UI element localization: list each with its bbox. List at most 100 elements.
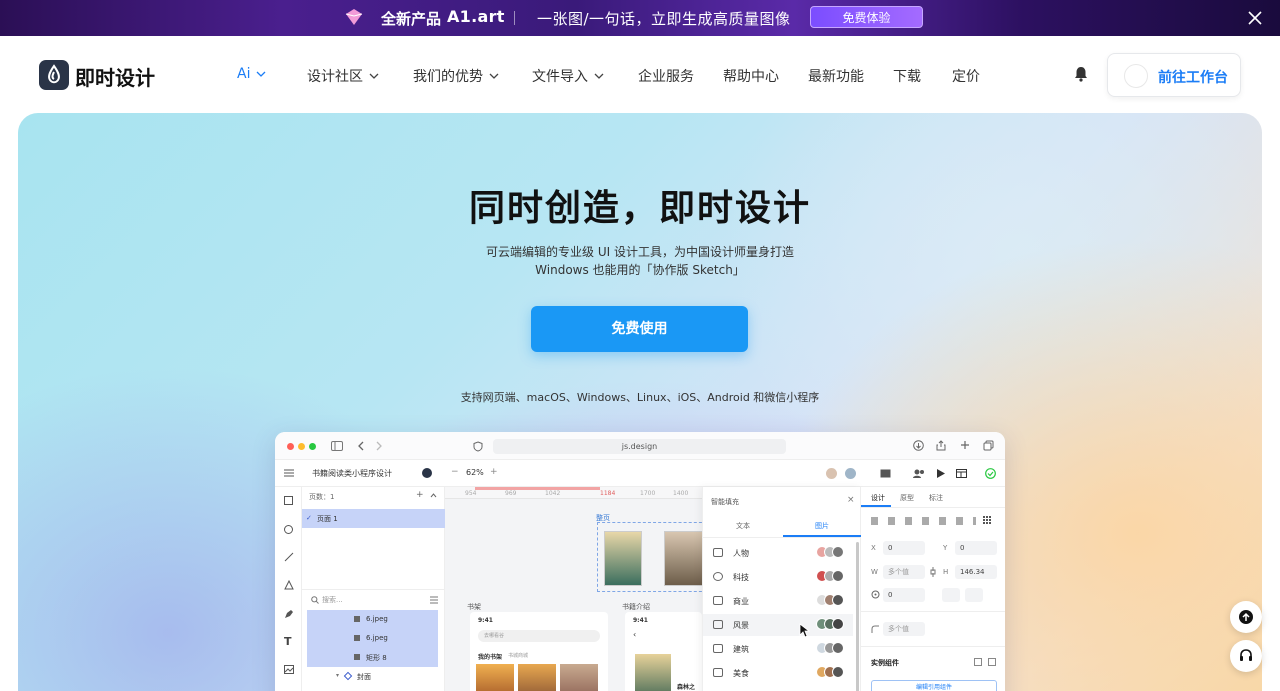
page-item-selected[interactable]: ✓ 页面 1: [302, 509, 445, 528]
tab-image[interactable]: 图片: [815, 521, 829, 531]
store-tab: 书城商城: [508, 653, 529, 659]
nav-download[interactable]: 下载: [893, 66, 921, 86]
category-row-hovered[interactable]: 风景: [703, 614, 853, 636]
layer-label: 6.jpeg: [366, 615, 388, 623]
editor-toolbar: 书籍阅读类小程序设计 − 62% +: [275, 460, 1005, 487]
y-field[interactable]: 0: [955, 541, 997, 555]
category-row[interactable]: 科技: [703, 566, 853, 588]
edit-component-button[interactable]: 编辑引用组件: [871, 680, 997, 691]
avatar: [1124, 64, 1148, 88]
rectangle-tool-icon[interactable]: [284, 496, 293, 505]
gem-icon: [345, 9, 363, 25]
design-canvas[interactable]: 954 969 1042 1184 1700 1400 整页 书架 书籍介绍 9…: [445, 487, 707, 691]
tab-design[interactable]: 设计: [871, 493, 885, 503]
flip-horizontal-icon[interactable]: [942, 588, 960, 602]
image-tool-icon[interactable]: [284, 665, 294, 674]
layer-item[interactable]: 6.jpeg: [307, 610, 438, 629]
nav-file-import[interactable]: 文件导入: [532, 66, 604, 86]
tab-prototype[interactable]: 原型: [900, 493, 914, 503]
users-icon[interactable]: [913, 469, 925, 478]
workspace-button-label: 前往工作台: [1158, 70, 1228, 86]
nav-whats-new[interactable]: 最新功能: [808, 66, 864, 86]
play-icon[interactable]: [936, 469, 945, 478]
logo-icon[interactable]: [39, 60, 69, 90]
category-row[interactable]: 商业: [703, 590, 853, 612]
ruler-tick: 1184: [600, 490, 616, 497]
edit-component-label: 编辑引用组件: [915, 684, 952, 691]
promo-cta-button[interactable]: 免费体验: [810, 6, 923, 28]
pen-tool-icon[interactable]: [284, 609, 294, 619]
layout-icon[interactable]: [956, 469, 967, 478]
menu-icon[interactable]: [284, 469, 294, 477]
zoom-level[interactable]: 62%: [466, 468, 484, 477]
add-page-icon[interactable]: +: [416, 490, 424, 500]
promo-divider: [514, 11, 515, 25]
triangle-tool-icon[interactable]: [284, 580, 294, 590]
tab-text[interactable]: 文本: [736, 521, 750, 531]
plus-icon: [961, 441, 969, 449]
free-use-button[interactable]: 免费使用: [531, 306, 748, 352]
detach-icon[interactable]: [974, 658, 982, 666]
layer-item[interactable]: 6.jpeg: [307, 629, 438, 648]
line-tool-icon[interactable]: [284, 552, 294, 562]
close-icon[interactable]: [1246, 9, 1264, 27]
nav-advantages[interactable]: 我们的优势: [413, 66, 499, 86]
close-icon[interactable]: ×: [847, 495, 855, 505]
rotation-field[interactable]: 0: [883, 588, 925, 602]
nav-help[interactable]: 帮助中心: [723, 66, 779, 86]
support-button[interactable]: [1230, 640, 1262, 672]
thumbnail: [832, 666, 844, 678]
go-to-component-icon[interactable]: [988, 658, 996, 666]
corner-radius-icon: [871, 625, 879, 633]
nav-community[interactable]: 设计社区: [307, 66, 379, 86]
ruler-tick: 1400: [673, 490, 689, 497]
app-preview-window: js.design 书籍阅读类小程序设计 − 62% + T 页数：1 + ✓: [275, 432, 1005, 691]
status-time: 9:41: [478, 617, 493, 624]
back-to-top-button[interactable]: [1230, 601, 1262, 633]
brand-name[interactable]: 即时设计: [75, 62, 155, 91]
ruler-selection: [475, 487, 600, 490]
layer-item[interactable]: ▾ 封面: [307, 667, 438, 686]
nav-ai[interactable]: Ai: [237, 66, 266, 82]
category-row[interactable]: 人物: [703, 542, 853, 564]
category-row[interactable]: 美食: [703, 662, 853, 684]
workspace-button[interactable]: 前往工作台: [1107, 53, 1241, 97]
ellipse-tool-icon[interactable]: [284, 525, 293, 534]
radius-field[interactable]: 多个值: [883, 622, 925, 636]
food-icon: [713, 668, 723, 677]
download-icon: [913, 440, 924, 451]
bell-icon[interactable]: [1073, 65, 1089, 83]
w-field[interactable]: 多个值: [883, 565, 925, 579]
layer-search-input[interactable]: 搜索...: [322, 595, 343, 605]
tab-annotation[interactable]: 标注: [929, 493, 943, 503]
nav-enterprise[interactable]: 企业服务: [638, 66, 694, 86]
promo-banner[interactable]: 全新产品 A1.art 一张图/一句话，立即生成高质量图像 免费体验: [0, 0, 1280, 36]
divider: [302, 589, 445, 590]
category-label: 人物: [733, 549, 749, 558]
link-icon[interactable]: [930, 567, 936, 577]
tool-bar: T: [275, 487, 302, 691]
text-tool-icon[interactable]: T: [284, 635, 292, 648]
check-circle-icon[interactable]: [985, 468, 996, 479]
zoom-out-icon[interactable]: −: [451, 467, 459, 477]
x-value: 0: [888, 544, 893, 552]
nav-pricing[interactable]: 定价: [952, 66, 980, 86]
layer-item[interactable]: 矩形 8: [307, 648, 438, 667]
tab-indicator: [861, 505, 891, 507]
x-field[interactable]: 0: [883, 541, 925, 555]
address-bar[interactable]: js.design: [493, 439, 786, 454]
scrollbar[interactable]: [856, 542, 859, 691]
align-icons[interactable]: [871, 517, 976, 525]
thumbnail: [832, 618, 844, 630]
zoom-in-icon[interactable]: +: [490, 467, 498, 477]
filter-icon[interactable]: [430, 596, 438, 604]
category-row[interactable]: 建筑: [703, 638, 853, 660]
rotate-icon: [871, 590, 880, 599]
file-name[interactable]: 书籍阅读类小程序设计: [312, 468, 392, 479]
chevron-up-icon[interactable]: [430, 493, 437, 498]
h-field[interactable]: 146.34: [955, 565, 997, 579]
grid-icon[interactable]: [983, 516, 997, 525]
flip-vertical-icon[interactable]: [965, 588, 983, 602]
library-icon[interactable]: [880, 469, 891, 478]
hero-subtitle-line2: Windows 也能用的「协作版 Sketch」: [535, 263, 745, 277]
